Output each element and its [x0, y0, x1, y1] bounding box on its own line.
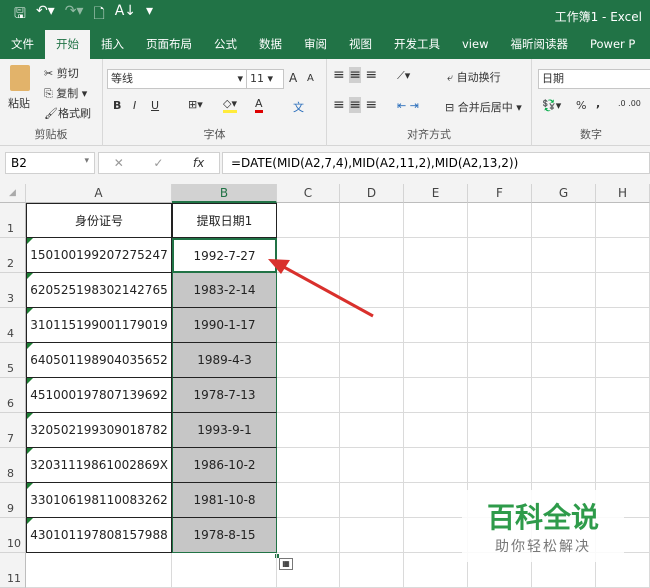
watermark: 百科全说 助你轻松解决 [462, 490, 624, 562]
watermark-subtitle: 助你轻松解决 [495, 539, 591, 555]
watermark-title: 百科全说 [486, 501, 599, 534]
arrow-head [268, 259, 290, 274]
quick-analysis-icon[interactable]: ▦ [279, 558, 293, 570]
arrow-line [281, 264, 374, 318]
